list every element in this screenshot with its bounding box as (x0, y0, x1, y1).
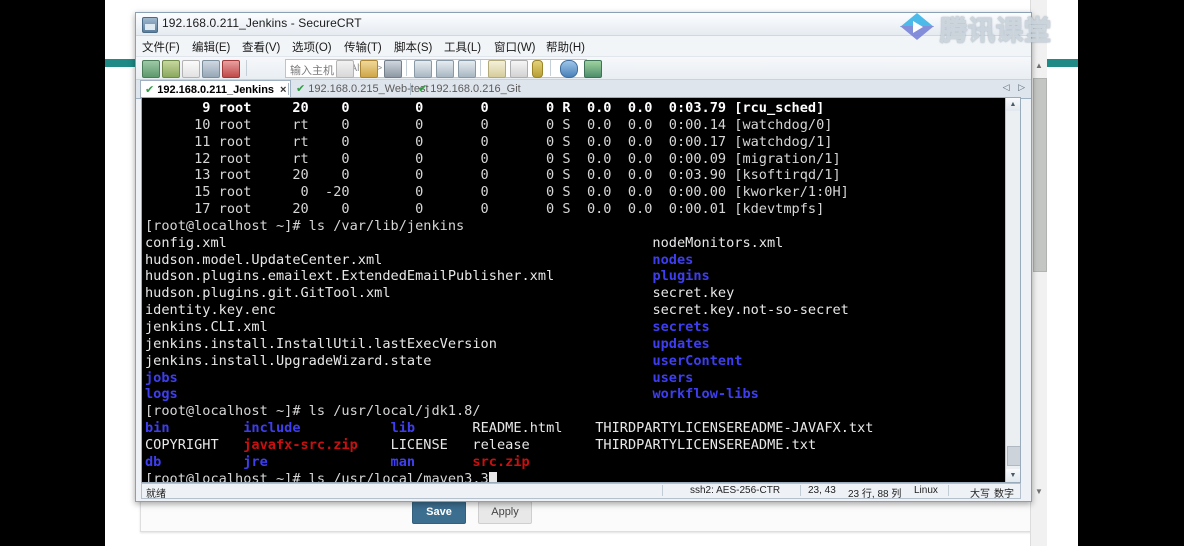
tencent-watermark-text: 腾讯课堂 (940, 15, 1052, 46)
terminal-scroll-thumb[interactable] (1007, 446, 1020, 466)
image-icon[interactable] (584, 60, 602, 78)
terminal-scroll-up-icon[interactable]: ▲ (1006, 98, 1020, 111)
toolbar-separator-2 (406, 60, 407, 76)
securecrt-window: 192.168.0.211_Jenkins - SecureCRT 文件(F) … (135, 12, 1032, 502)
key-icon[interactable] (532, 60, 543, 78)
status-num: 数字 (994, 489, 1014, 500)
menu-item-script[interactable]: 脚本(S) (394, 39, 432, 55)
log-session-icon[interactable] (436, 60, 454, 78)
tab-nav-arrows[interactable]: ◁ ▷ (1003, 82, 1028, 93)
letterbox-right (1078, 0, 1184, 546)
status-os: Linux (914, 485, 938, 496)
menu-item-transfer[interactable]: 传输(T) (344, 39, 382, 55)
page-scroll-thumb[interactable] (1033, 78, 1047, 272)
tab-separator-1 (288, 83, 289, 95)
copy-icon[interactable] (336, 60, 354, 78)
print-icon[interactable] (414, 60, 432, 78)
letterbox-left (0, 0, 105, 546)
quick-connect-icon[interactable] (162, 60, 180, 78)
status-size: 23 行, 88 列 (848, 489, 902, 500)
tab-git[interactable]: ✔ 192.168.0.216_Git (414, 81, 525, 98)
tab-connected-icon-3: ✔ (418, 83, 428, 95)
toolbar-separator-4 (550, 60, 551, 76)
menu-item-tools[interactable]: 工具(L) (444, 39, 481, 55)
print-screen-icon[interactable] (458, 60, 476, 78)
tencent-classroom-watermark: 腾讯课堂 (900, 10, 1052, 46)
disconnect-all-icon[interactable] (222, 60, 240, 78)
menu-item-file[interactable]: 文件(F) (142, 39, 180, 55)
menu-item-edit[interactable]: 编辑(E) (192, 39, 230, 55)
apply-button[interactable]: Apply (478, 501, 532, 524)
clone-session-icon[interactable] (182, 60, 200, 78)
menu-item-view[interactable]: 查看(V) (242, 39, 280, 55)
menu-item-options[interactable]: 选项(O) (292, 39, 332, 55)
terminal-scroll-down-icon[interactable]: ▼ (1006, 469, 1020, 482)
new-window-icon[interactable] (488, 60, 506, 78)
tab-separator-2 (410, 83, 411, 95)
status-divider-1 (662, 485, 663, 496)
toolbar-separator-3 (480, 60, 481, 76)
page-scrollbar[interactable]: ▲ ▼ (1030, 0, 1047, 546)
window-title-bar[interactable]: 192.168.0.211_Jenkins - SecureCRT (136, 13, 1031, 36)
page-scroll-down-icon[interactable]: ▼ (1031, 484, 1047, 500)
securecrt-icon (142, 17, 158, 33)
status-divider-2 (800, 485, 801, 496)
tab-connected-icon-2: ✔ (296, 83, 306, 95)
menu-item-window[interactable]: 窗口(W) (494, 39, 536, 55)
status-divider-3 (948, 485, 949, 496)
paste-icon[interactable] (360, 60, 378, 78)
disconnect-icon[interactable] (202, 60, 220, 78)
host-input-placeholder: 输入主机 (290, 65, 334, 77)
terminal-scrollbar[interactable]: ▲ ▼ (1005, 98, 1020, 482)
save-button[interactable]: Save (412, 501, 466, 524)
jenkins-config-button-bar (140, 497, 1032, 532)
status-bar: 就绪 ssh2: AES-256-CTR 23, 43 23 行, 88 列 L… (141, 483, 1021, 500)
connect-icon[interactable] (142, 60, 160, 78)
status-protocol: ssh2: AES-256-CTR (690, 485, 781, 496)
toolbar-separator-1 (246, 60, 247, 76)
status-ready: 就绪 (146, 489, 166, 500)
options-icon[interactable] (510, 60, 528, 78)
window-title: 192.168.0.211_Jenkins - SecureCRT (162, 16, 362, 30)
help-icon[interactable] (560, 60, 578, 78)
tab-jenkins-label: 192.168.0.211_Jenkins (157, 84, 275, 96)
terminal-screen[interactable]: 9 root 20 0 0 0 0 R 0.0 0.0 0:03.79 [rcu… (141, 97, 1021, 483)
terminal-text: 9 root 20 0 0 0 0 R 0.0 0.0 0:03.79 [rcu… (145, 100, 874, 483)
tencent-logo-icon (900, 13, 934, 43)
status-caps: 大写 (970, 489, 990, 500)
status-position: 23, 43 (808, 485, 836, 496)
toolbar: 输入主机 <Alt+R> (136, 57, 1031, 80)
tab-web-test[interactable]: ✔ 192.168.0.215_Web-test (292, 81, 433, 98)
page-scroll-up-icon[interactable]: ▲ (1031, 58, 1047, 74)
find-icon[interactable] (384, 60, 402, 78)
menu-item-help[interactable]: 帮助(H) (546, 39, 585, 55)
tab-git-label: 192.168.0.216_Git (430, 83, 521, 95)
menu-bar: 文件(F) 编辑(E) 查看(V) 选项(O) 传输(T) 脚本(S) 工具(L… (136, 36, 1031, 57)
